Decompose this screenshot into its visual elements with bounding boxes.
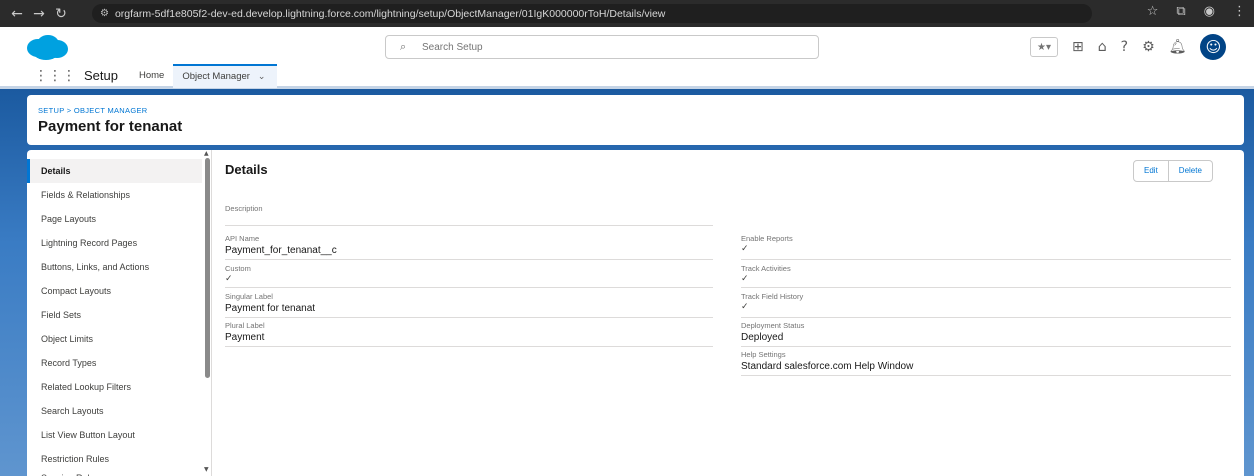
- setup-gear-icon[interactable]: ⚙: [1142, 35, 1155, 59]
- help-icon[interactable]: ?: [1121, 35, 1128, 59]
- favorites-icon[interactable]: ★▾: [1030, 37, 1058, 57]
- plural-label-value: Payment: [225, 332, 265, 343]
- forward-icon[interactable]: →: [28, 3, 50, 25]
- browser-toolbar: ← → ↻ ⚙ orgfarm-5df1e805f2-dev-ed.develo…: [0, 0, 1254, 27]
- sidebar-item-page-layouts[interactable]: Page Layouts: [27, 207, 202, 231]
- sidebar-item-record-types[interactable]: Record Types: [27, 351, 202, 375]
- checkmark-icon: ✓: [741, 274, 749, 284]
- checkmark-icon: ✓: [741, 244, 749, 254]
- object-detail-card: Details Fields & Relationships Page Layo…: [27, 150, 1244, 476]
- page-title: Payment for tenanat: [38, 118, 183, 135]
- notifications-bell-icon[interactable]: 🔔︎: [1169, 35, 1187, 59]
- sidebar-item-buttons-links-actions[interactable]: Buttons, Links, and Actions: [27, 255, 202, 279]
- deployment-status-value: Deployed: [741, 332, 784, 343]
- scrollbar-thumb[interactable]: [205, 158, 210, 378]
- deployment-status-label: Deployment Status: [741, 321, 805, 330]
- page-header: SETUP > OBJECT MANAGER Payment for tenan…: [27, 95, 1244, 145]
- field-custom: Custom ✓: [225, 264, 713, 288]
- reload-icon[interactable]: ↻: [50, 3, 72, 25]
- user-avatar[interactable]: ☺: [1200, 34, 1227, 60]
- api-name-value: Payment_for_tenanat__c: [225, 245, 337, 256]
- checkmark-icon: ✓: [741, 302, 749, 312]
- help-settings-value: Standard salesforce.com Help Window: [741, 361, 914, 372]
- app-name: Setup: [84, 68, 118, 83]
- scroll-down-icon[interactable]: ▼: [204, 466, 209, 473]
- field-singular-label: Singular Label Payment for tenanat: [225, 292, 713, 318]
- trailhead-icon[interactable]: ⌂: [1098, 35, 1107, 59]
- field-deployment-status: Deployment Status Deployed: [741, 321, 1231, 347]
- extensions-icon[interactable]: ⧉: [1176, 4, 1185, 19]
- description-label: Description: [225, 204, 263, 213]
- sidebar-item-fields-relationships[interactable]: Fields & Relationships: [27, 183, 202, 207]
- browser-menu-icon[interactable]: ⋮: [1233, 4, 1246, 19]
- sidebar-item-scoping-rules[interactable]: Scoping Rules: [27, 466, 202, 476]
- sidebar-item-search-layouts[interactable]: Search Layouts: [27, 399, 202, 423]
- url-text: orgfarm-5df1e805f2-dev-ed.develop.lightn…: [114, 7, 666, 20]
- sidebar-scrollbar[interactable]: ▲ ▼: [203, 150, 212, 476]
- field-track-activities: Track Activities ✓: [741, 264, 1231, 288]
- address-bar[interactable]: ⚙ orgfarm-5df1e805f2-dev-ed.develop.ligh…: [92, 4, 1092, 23]
- bookmark-star-icon[interactable]: ☆: [1147, 4, 1159, 19]
- object-manager-sidebar: Details Fields & Relationships Page Layo…: [27, 150, 212, 476]
- sidebar-item-field-sets[interactable]: Field Sets: [27, 303, 202, 327]
- details-heading: Details: [225, 162, 268, 177]
- tab-object-manager[interactable]: Object Manager ⌄: [173, 63, 278, 88]
- sidebar-item-list-view-button-layout[interactable]: List View Button Layout: [27, 423, 202, 447]
- back-icon[interactable]: ←: [6, 3, 28, 25]
- global-actions-icon[interactable]: ⊞: [1072, 35, 1084, 59]
- singular-label-value: Payment for tenanat: [225, 303, 316, 314]
- global-header: ⌕ ★▾ ⊞ ⌂ ? ⚙ 🔔︎ ☺: [0, 27, 1254, 65]
- details-actions: Edit Delete: [1133, 160, 1213, 182]
- track-activities-label: Track Activities: [741, 264, 791, 273]
- profile-icon[interactable]: ◉: [1204, 4, 1215, 19]
- tab-object-manager-label: Object Manager: [182, 70, 250, 82]
- context-nav: ⋮⋮⋮ Setup Home Object Manager ⌄: [0, 63, 1254, 89]
- field-track-field-history: Track Field History ✓: [741, 292, 1231, 318]
- sidebar-item-compact-layouts[interactable]: Compact Layouts: [27, 279, 202, 303]
- delete-button[interactable]: Delete: [1168, 160, 1213, 182]
- enable-reports-label: Enable Reports: [741, 234, 793, 243]
- sidebar-item-lightning-record-pages[interactable]: Lightning Record Pages: [27, 231, 202, 255]
- edit-button[interactable]: Edit: [1133, 160, 1169, 182]
- plural-label-label: Plural Label: [225, 321, 265, 330]
- api-name-label: API Name: [225, 234, 260, 243]
- custom-label: Custom: [225, 264, 251, 273]
- help-settings-label: Help Settings: [741, 350, 786, 359]
- search-setup-box[interactable]: ⌕: [385, 35, 819, 59]
- tab-home[interactable]: Home: [130, 64, 173, 88]
- details-panel: Details Edit Delete Description API Name…: [213, 150, 1244, 476]
- singular-label-label: Singular Label: [225, 292, 273, 301]
- app-launcher-icon[interactable]: ⋮⋮⋮: [34, 68, 76, 84]
- field-help-settings: Help Settings Standard salesforce.com He…: [741, 350, 1231, 376]
- scroll-up-icon[interactable]: ▲: [204, 150, 209, 157]
- field-description: Description: [225, 204, 713, 226]
- sidebar-item-object-limits[interactable]: Object Limits: [27, 327, 202, 351]
- search-icon: ⌕: [400, 40, 407, 53]
- sidebar-item-details[interactable]: Details: [27, 159, 202, 183]
- field-enable-reports: Enable Reports ✓: [741, 234, 1231, 260]
- field-api-name: API Name Payment_for_tenanat__c: [225, 234, 713, 260]
- checkmark-icon: ✓: [225, 274, 233, 284]
- search-setup-input[interactable]: [422, 41, 554, 53]
- chevron-down-icon[interactable]: ⌄: [258, 67, 266, 87]
- salesforce-logo[interactable]: [24, 33, 70, 61]
- site-info-icon[interactable]: ⚙: [100, 8, 109, 19]
- track-field-history-label: Track Field History: [741, 292, 804, 301]
- sidebar-item-related-lookup-filters[interactable]: Related Lookup Filters: [27, 375, 202, 399]
- breadcrumb[interactable]: SETUP > OBJECT MANAGER: [38, 106, 147, 115]
- field-plural-label: Plural Label Payment: [225, 321, 713, 347]
